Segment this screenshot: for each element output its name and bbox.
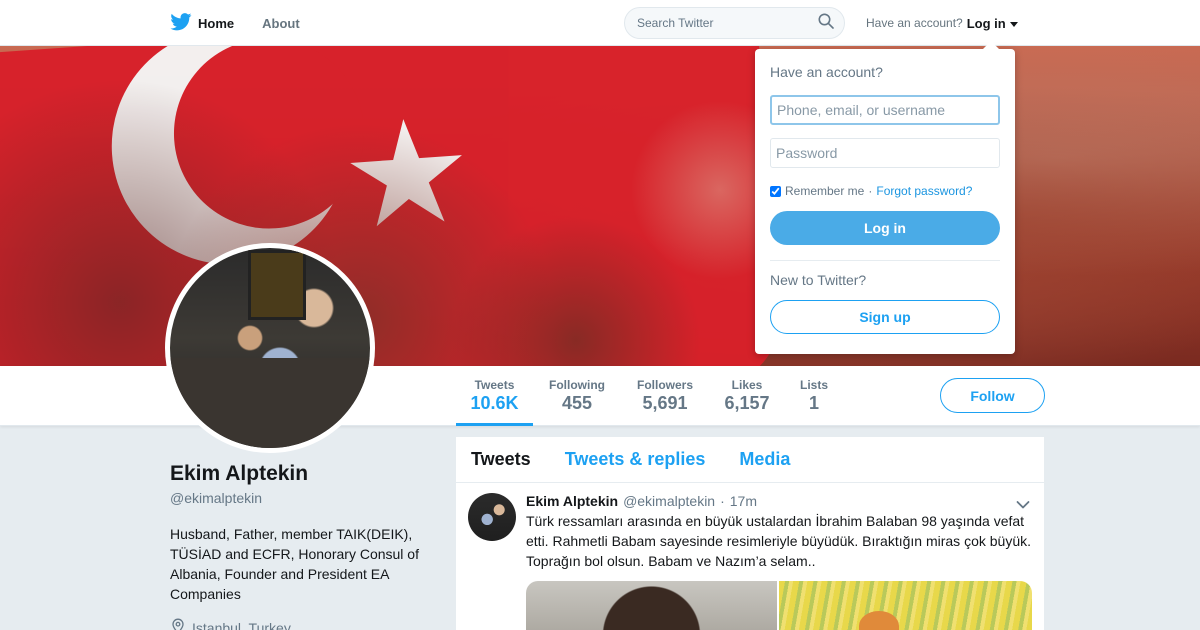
tweet-author-name[interactable]: Ekim Alptekin	[526, 493, 618, 509]
stat-label: Followers	[636, 378, 693, 392]
nav-about-link[interactable]: About	[262, 16, 300, 31]
login-dropdown-toggle[interactable]: Log in	[967, 16, 1019, 31]
login-dropdown: Have an account? Remember me · Forgot pa…	[755, 41, 1015, 354]
tweet-timestamp[interactable]: 17m	[730, 493, 757, 509]
tab-media[interactable]: Media	[739, 449, 790, 470]
tweet-media	[526, 581, 1032, 630]
login-toggle-label: Log in	[966, 15, 1006, 31]
nav-home-label: Home	[198, 15, 235, 31]
profile-header-card: Ekim Alptekin @ekimalptekin Husband, Fat…	[170, 462, 430, 630]
search-icon[interactable]	[818, 13, 834, 34]
search-box[interactable]	[624, 7, 845, 39]
stat-lists[interactable]: Lists 1	[797, 366, 831, 426]
twitter-bird-icon	[170, 12, 192, 34]
login-title: Have an account?	[770, 64, 883, 80]
profile-handle[interactable]: @ekimalptekin	[170, 490, 430, 506]
tweet-photo-portrait[interactable]	[526, 581, 777, 630]
account-menu: Have an account? Log in	[866, 0, 1019, 46]
profile-location: Istanbul, Turkey	[170, 618, 430, 630]
tweet-text: Türk ressamları arasında en büyük ustala…	[526, 513, 1031, 569]
tab-tweets[interactable]: Tweets	[471, 449, 531, 470]
stat-likes[interactable]: Likes 6,157	[722, 366, 772, 426]
location-pin-icon	[170, 618, 186, 630]
follow-button[interactable]: Follow	[940, 378, 1045, 413]
tweet-avatar[interactable]	[468, 493, 516, 541]
stat-value: 6,157	[724, 393, 770, 413]
avatar-couch	[170, 358, 370, 448]
stat-label: Following	[549, 378, 605, 392]
stat-followers[interactable]: Followers 5,691	[634, 366, 696, 426]
stat-tweets[interactable]: Tweets 10.6K	[456, 366, 533, 426]
stat-label: Tweets	[474, 378, 515, 392]
password-input[interactable]	[770, 138, 1000, 168]
profile-avatar[interactable]	[165, 243, 375, 453]
chevron-down-icon[interactable]	[1016, 497, 1030, 515]
stat-value: 455	[561, 393, 593, 413]
new-to-twitter-text: New to Twitter?	[770, 272, 867, 288]
tweet[interactable]: Ekim Alptekin @ekimalptekin · 17m Türk r…	[456, 483, 1044, 630]
search-input[interactable]	[637, 16, 807, 30]
login-divider	[770, 260, 1000, 261]
profile-name[interactable]: Ekim Alptekin	[170, 462, 430, 486]
have-account-text: Have an account?	[866, 16, 963, 30]
remember-me-checkbox[interactable]	[770, 185, 781, 197]
stat-value: 10.6K	[470, 393, 519, 413]
top-navigation-bar: Home About Have an account? Log in	[0, 0, 1200, 46]
tweet-header: Ekim Alptekin @ekimalptekin · 17m	[526, 493, 1032, 509]
username-input[interactable]	[770, 95, 1000, 125]
remember-row: Remember me · Forgot password?	[770, 184, 1000, 198]
nav-about-label: About	[262, 15, 300, 31]
profile-bio: Husband, Father, member TAIK(DEIK), TÜSİ…	[170, 526, 419, 602]
login-button[interactable]: Log in	[770, 211, 1000, 245]
nav-left: Home About	[170, 0, 300, 46]
timeline-tabs: Tweets Tweets & replies Media	[456, 437, 1044, 483]
stat-label: Lists	[799, 378, 828, 392]
stat-following[interactable]: Following 455	[545, 366, 609, 426]
avatar-picture-frame	[248, 250, 306, 320]
timeline: Tweets Tweets & replies Media Ekim Alpte…	[456, 437, 1044, 630]
stat-value: 5,691	[642, 393, 688, 413]
stat-label: Likes	[731, 378, 763, 392]
remember-separator: ·	[868, 184, 873, 198]
nav-home-link[interactable]: Home	[170, 12, 235, 34]
tweet-photo-painting[interactable]	[779, 581, 1032, 630]
location-text: Istanbul, Turkey	[192, 619, 291, 630]
tab-tweets-and-replies[interactable]: Tweets & replies	[565, 449, 706, 470]
tweet-separator: ·	[720, 493, 725, 509]
caret-down-icon	[1010, 21, 1019, 27]
forgot-password-link[interactable]: Forgot password?	[876, 184, 972, 198]
remember-me-label[interactable]: Remember me	[785, 184, 864, 198]
tweet-author-handle[interactable]: @ekimalptekin	[623, 493, 715, 509]
signup-button[interactable]: Sign up	[770, 300, 1000, 334]
stat-value: 1	[808, 393, 819, 413]
